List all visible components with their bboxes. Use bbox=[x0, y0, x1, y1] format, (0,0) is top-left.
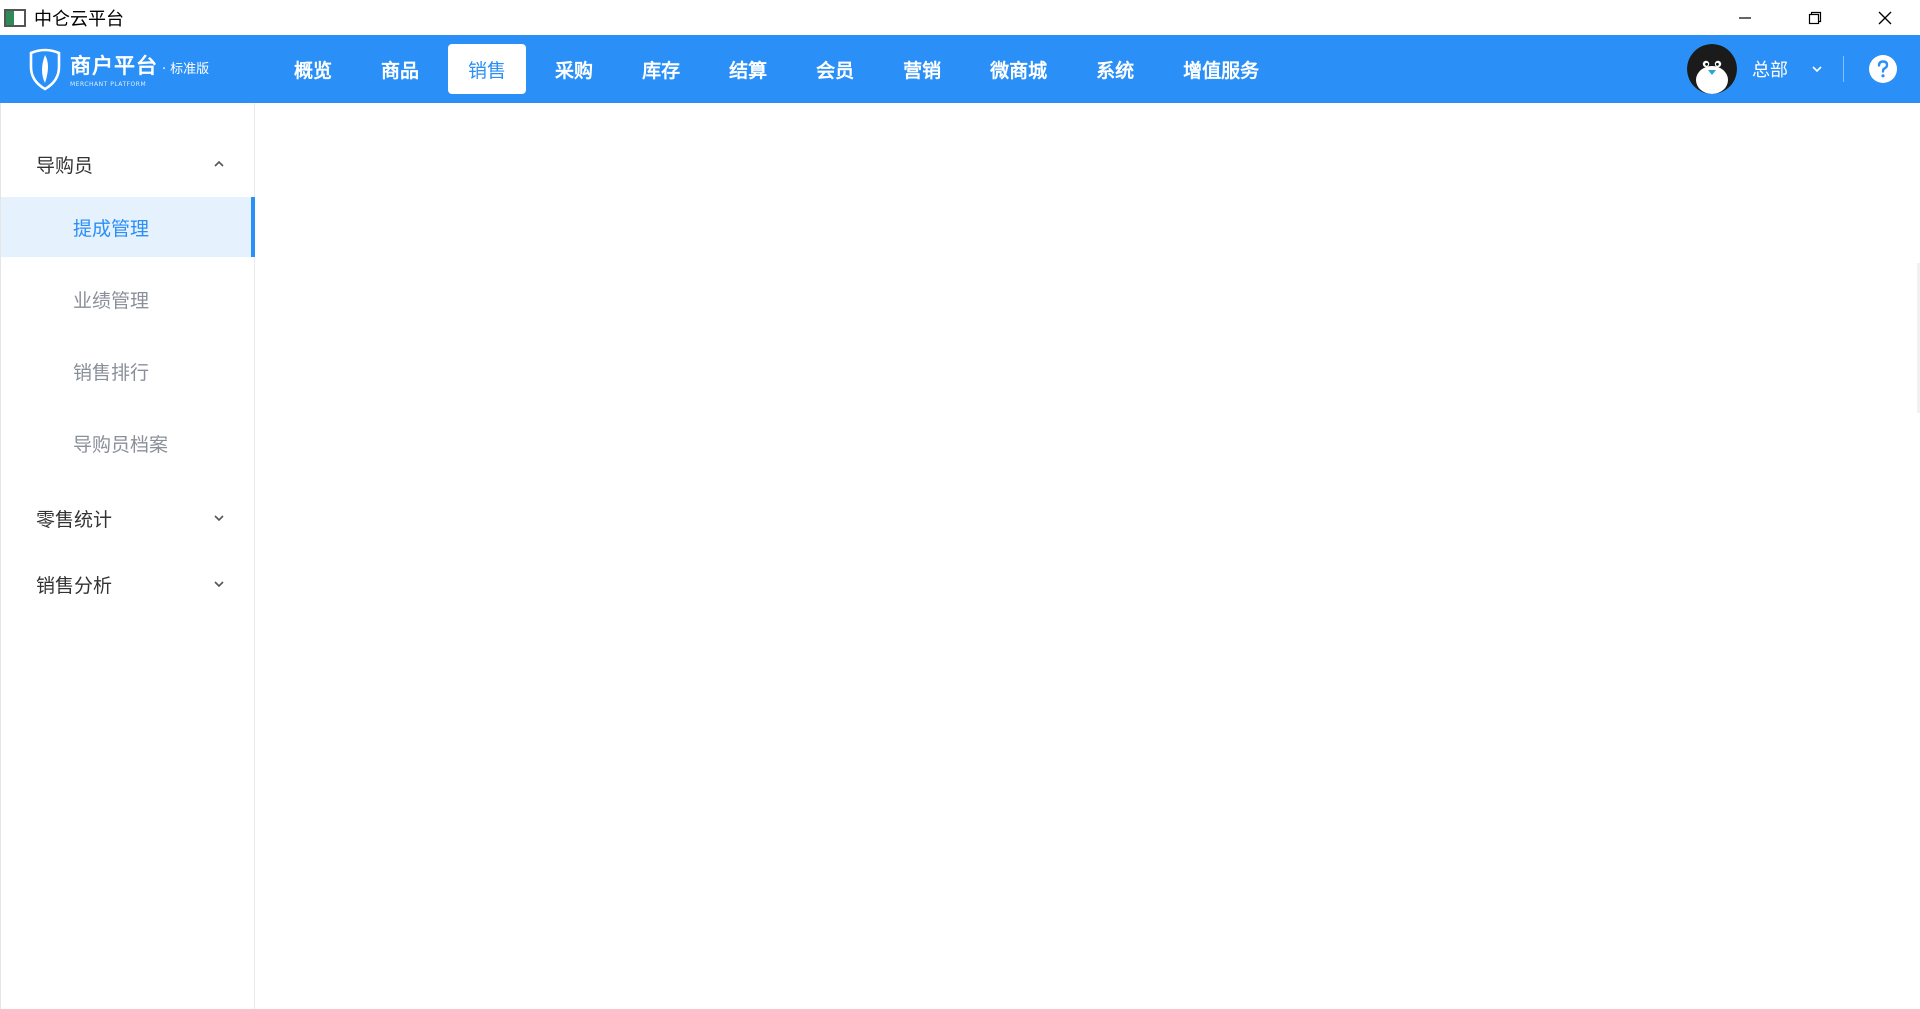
penguin-avatar-icon bbox=[1687, 44, 1737, 94]
nav-sales[interactable]: 销售 bbox=[448, 44, 527, 94]
close-button[interactable] bbox=[1850, 0, 1920, 35]
nav-system[interactable]: 系统 bbox=[1076, 44, 1154, 94]
brand-logo[interactable]: 商户平台 · 标准版 MERCHANT PLATFORM bbox=[28, 47, 209, 91]
main-content bbox=[255, 103, 1920, 1009]
header-divider bbox=[1843, 56, 1844, 82]
chevron-up-icon bbox=[214, 160, 224, 167]
nav-products[interactable]: 商品 bbox=[361, 44, 439, 94]
avatar[interactable] bbox=[1687, 44, 1737, 94]
chevron-down-icon bbox=[214, 515, 224, 522]
sidebar-group-shopping-guide[interactable]: 导购员 bbox=[1, 131, 254, 197]
user-name[interactable]: 总部 bbox=[1752, 56, 1788, 82]
brand-text: 商户平台 · 标准版 MERCHANT PLATFORM bbox=[70, 50, 209, 88]
window-titlebar: 中仑云平台 bbox=[0, 0, 1920, 35]
nav-value-added[interactable]: 增值服务 bbox=[1163, 44, 1279, 94]
sidebar-group-sales-analysis[interactable]: 销售分析 bbox=[1, 551, 254, 617]
top-navigation: 概览 商品 销售 采购 库存 结算 会员 营销 微商城 系统 增值服务 bbox=[274, 44, 1288, 94]
help-icon[interactable] bbox=[1868, 54, 1898, 84]
sidebar-group-retail-stats[interactable]: 零售统计 bbox=[1, 485, 254, 551]
window-title: 中仑云平台 bbox=[34, 8, 124, 30]
nav-marketing[interactable]: 营销 bbox=[883, 44, 961, 94]
nav-purchase[interactable]: 采购 bbox=[535, 44, 613, 94]
nav-overview[interactable]: 概览 bbox=[274, 44, 352, 94]
sidebar-item-guide-profiles[interactable]: 导购员档案 bbox=[1, 413, 254, 473]
sidebar-item-performance[interactable]: 业绩管理 bbox=[1, 269, 254, 329]
sidebar-group-label: 导购员 bbox=[36, 154, 94, 177]
sidebar-item-commission[interactable]: 提成管理 bbox=[1, 197, 255, 257]
window-controls bbox=[1710, 0, 1920, 35]
nav-settlement[interactable]: 结算 bbox=[709, 44, 787, 94]
brand-edition: 标准版 bbox=[170, 62, 210, 77]
restore-icon bbox=[1808, 11, 1822, 24]
nav-micro-mall[interactable]: 微商城 bbox=[970, 44, 1067, 94]
chevron-down-icon bbox=[214, 581, 224, 588]
sidebar: 导购员 提成管理 业绩管理 销售排行 导购员档案 零售统计 销售分析 bbox=[0, 103, 255, 1009]
brand-title: 商户平台 bbox=[70, 54, 158, 78]
close-icon bbox=[1878, 11, 1892, 24]
nav-inventory[interactable]: 库存 bbox=[622, 44, 700, 94]
sidebar-item-sales-ranking[interactable]: 销售排行 bbox=[1, 341, 254, 401]
user-menu-toggle[interactable] bbox=[1810, 62, 1824, 76]
user-area: 总部 bbox=[1687, 35, 1920, 103]
brand-separator: · bbox=[162, 62, 167, 77]
shield-logo-icon bbox=[29, 48, 61, 91]
chevron-down-icon bbox=[1812, 66, 1822, 73]
brand-subtitle: MERCHANT PLATFORM bbox=[70, 81, 147, 88]
minimize-button[interactable] bbox=[1710, 0, 1780, 35]
nav-members[interactable]: 会员 bbox=[796, 44, 874, 94]
sidebar-group-label: 零售统计 bbox=[36, 508, 113, 531]
sidebar-group-label: 销售分析 bbox=[36, 574, 113, 597]
app-header: 商户平台 · 标准版 MERCHANT PLATFORM 概览 商品 销售 采购… bbox=[0, 35, 1920, 103]
minimize-icon bbox=[1739, 16, 1751, 19]
restore-button[interactable] bbox=[1780, 0, 1850, 35]
app-icon bbox=[4, 8, 26, 27]
